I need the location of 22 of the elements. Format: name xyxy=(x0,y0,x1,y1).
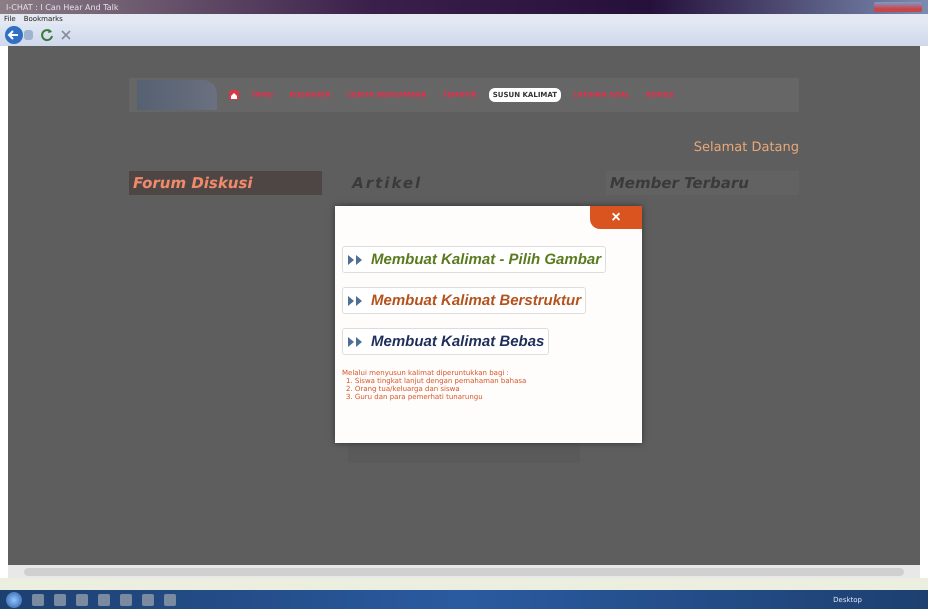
window-title: I-CHAT : I Can Hear And Talk xyxy=(6,2,120,12)
horizontal-scrollbar[interactable] xyxy=(8,565,920,578)
option-button[interactable]: Membuat Kalimat - Pilih Gambar xyxy=(342,246,606,273)
reload-icon[interactable] xyxy=(40,28,54,42)
section-heading: Forum Diskusi xyxy=(129,171,322,195)
back-icon[interactable] xyxy=(4,25,34,45)
close-button[interactable]: × xyxy=(590,206,642,229)
start-button[interactable] xyxy=(6,592,22,608)
welcome-heading: Selamat Datang xyxy=(694,140,799,155)
taskbar-app-icon[interactable] xyxy=(32,594,44,606)
taskbar-app-icon[interactable] xyxy=(98,594,110,606)
scroll-thumb[interactable] xyxy=(24,568,904,576)
taskbar-app-icon[interactable] xyxy=(120,594,132,606)
window-controls[interactable] xyxy=(874,2,922,12)
taskbar-app-icon[interactable] xyxy=(142,594,154,606)
option-button[interactable]: Membuat Kalimat Bebas xyxy=(342,328,550,355)
taskbar-app-icon[interactable] xyxy=(54,594,66,606)
option-button[interactable]: Membuat Kalimat Berstruktur xyxy=(342,287,586,314)
taskbar-app-icon[interactable] xyxy=(76,594,88,606)
taskbar-app-icon[interactable] xyxy=(164,594,176,606)
stop-icon[interactable] xyxy=(60,29,72,41)
home-icon[interactable] xyxy=(229,90,239,100)
